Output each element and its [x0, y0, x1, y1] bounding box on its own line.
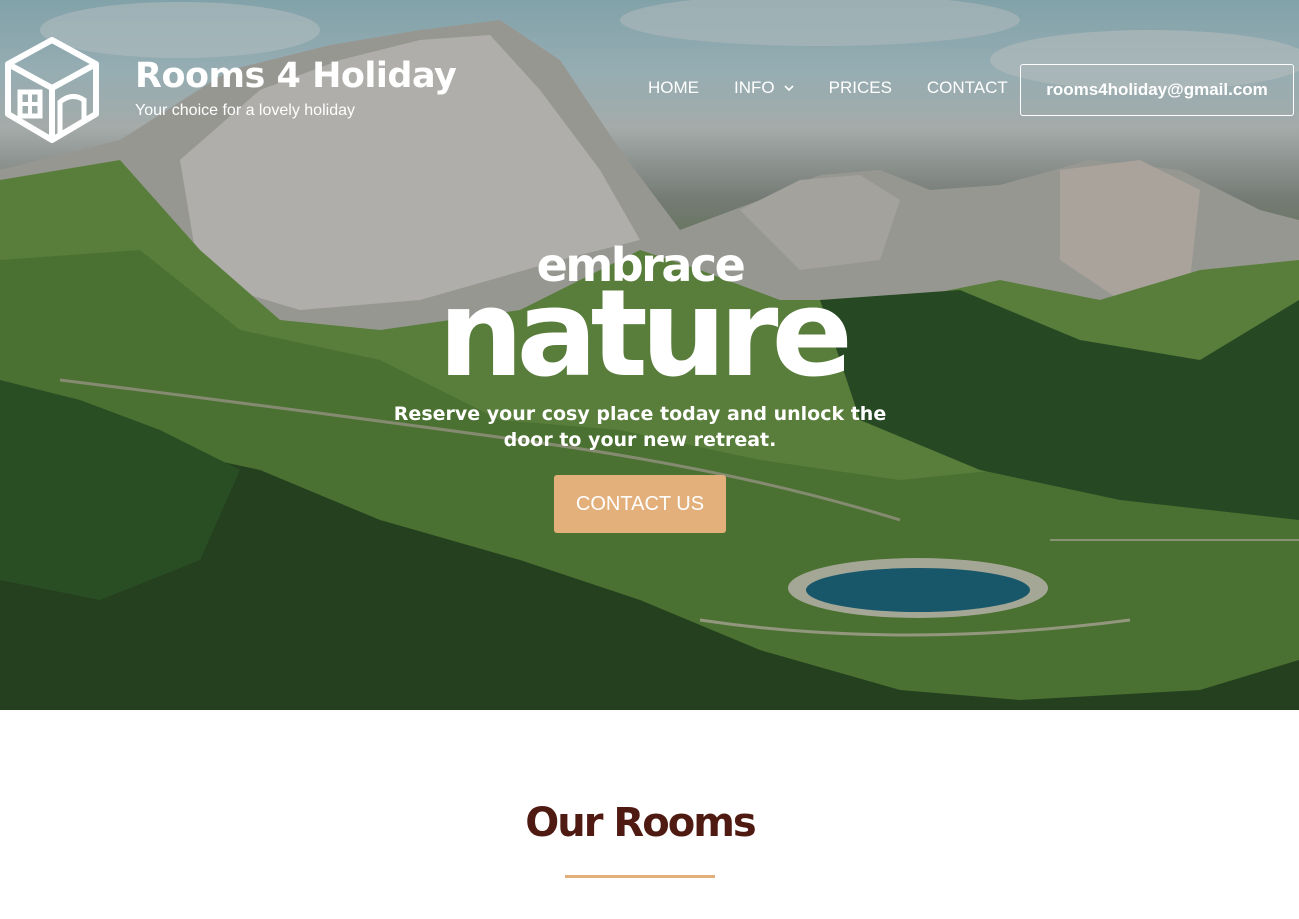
- nav-item-contact[interactable]: CONTACT: [927, 78, 1008, 98]
- hero-section: Rooms 4 Holiday Your choice for a lovely…: [0, 0, 1299, 710]
- nav-item-label: CONTACT: [926, 78, 1008, 97]
- section-divider: [565, 875, 715, 878]
- site-tagline: Your choice for a lovely holiday: [135, 102, 355, 119]
- nav-item-prices[interactable]: PRICES: [829, 78, 892, 98]
- hero-headline: nature: [438, 265, 853, 404]
- nav-item-label: HOME: [648, 78, 699, 97]
- nav-item-label: INFO: [734, 78, 775, 97]
- main-nav: HOME INFO PRICES CONTACT: [648, 78, 1043, 98]
- email-button[interactable]: rooms4holiday@gmail.com: [1020, 64, 1294, 116]
- site-title[interactable]: Rooms 4 Holiday: [135, 56, 457, 96]
- chevron-down-icon: [784, 85, 794, 92]
- contact-us-button[interactable]: CONTACT US: [554, 475, 726, 533]
- house-cube-logo[interactable]: [4, 36, 100, 144]
- section-title-our-rooms: Our Rooms: [525, 800, 756, 846]
- nav-item-label: PRICES: [828, 78, 892, 97]
- hero-subtitle: Reserve your cosy place today and unlock…: [393, 403, 887, 451]
- nav-item-home[interactable]: HOME: [648, 78, 699, 98]
- nav-item-info[interactable]: INFO: [734, 78, 794, 98]
